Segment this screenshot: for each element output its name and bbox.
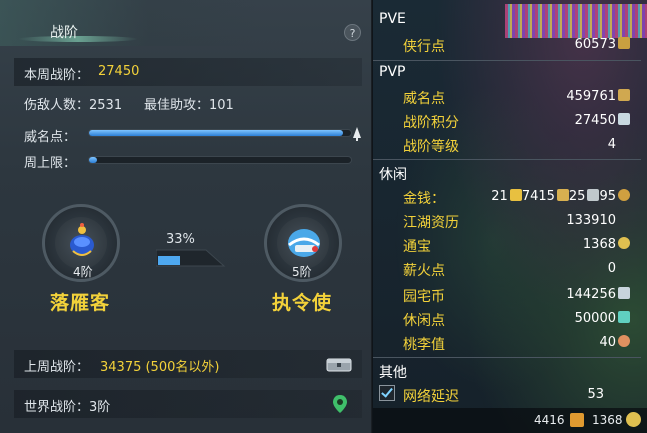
tongbao-icon [626, 412, 641, 427]
chest-icon[interactable] [326, 356, 352, 372]
status-left-value: 4416 [534, 413, 565, 427]
divider [373, 357, 641, 358]
pvp-label-0: 威名点 [403, 91, 445, 107]
leisure-label-4: 休闲点 [403, 313, 445, 329]
scroll-icon [570, 413, 584, 427]
rank-next-name: 执令使 [272, 292, 333, 314]
gold-icon [509, 189, 522, 201]
top-banner-art [505, 4, 647, 38]
cap-marker-icon [353, 127, 361, 141]
weekly-row: 本周战阶： 27450 [14, 58, 362, 86]
status-bar: 4416 1368 [373, 408, 647, 433]
scroll-order-icon [288, 229, 320, 257]
status-right-value: 1368 [592, 413, 623, 427]
prestige-icon [618, 89, 630, 101]
leisure-value-2: 0 [607, 261, 616, 276]
location-pin-icon[interactable] [332, 394, 348, 414]
leisure-label-1: 通宝 [403, 239, 431, 255]
pvp-label-2: 战阶等级 [403, 139, 459, 155]
other-header: 其他 [379, 365, 407, 381]
rank-current-name: 落雁客 [50, 292, 111, 314]
leisure-value-0: 133910 [566, 213, 616, 228]
rank-points-icon [618, 113, 630, 125]
pvp-value-1: 27450 [575, 113, 630, 128]
peach-icon [618, 335, 630, 347]
leisure-value-3: 144256 [566, 287, 630, 302]
weekly-label: 本周战阶： [24, 68, 90, 83]
leisure-value-5: 40 [599, 335, 630, 350]
check-icon [381, 385, 393, 398]
tab-decoration [18, 36, 138, 42]
tongbao-icon [618, 237, 630, 249]
pve-header: PVE [379, 11, 406, 27]
copper-ingot-icon [587, 189, 600, 201]
weekly-value: 27450 [98, 64, 140, 79]
prestige-label: 威名点： [24, 130, 77, 145]
divider [373, 60, 641, 61]
last-week-label: 上周战阶： [24, 360, 90, 375]
rank-current-level: 4阶 [73, 265, 93, 279]
pvp-header: PVP [379, 64, 406, 80]
leisure-label-2: 薪火点 [403, 263, 445, 279]
world-rank-label: 世界战阶：3阶 [24, 400, 111, 415]
currency-panel: PVE 侠行点 60573 PVP 威名点 459761 战阶积分 27450 … [373, 0, 647, 433]
prestige-bar [88, 129, 352, 137]
pve-label-0: 侠行点 [403, 39, 445, 55]
money-value: 21 7415 25 95 [491, 189, 630, 204]
leisure-header: 休闲 [379, 167, 407, 183]
leisure-value-1: 1368 [583, 237, 630, 252]
tab-title[interactable]: 战阶 [50, 22, 78, 42]
silver-ingot-icon [556, 189, 569, 201]
latency-checkbox[interactable] [379, 385, 395, 401]
weekly-cap-label: 周上限： [24, 156, 77, 171]
help-icon[interactable]: ? [344, 24, 361, 41]
prestige-bar-fill [89, 130, 344, 136]
pvp-value-0: 459761 [566, 89, 630, 104]
coin-icon [618, 189, 630, 201]
assists-count: 最佳助攻：101 [144, 98, 234, 113]
panel-header: 战阶 ? [0, 0, 372, 46]
latency-label: 网络延迟 [403, 389, 459, 405]
sword-icon [618, 37, 630, 49]
money-label: 金钱： [403, 191, 445, 207]
last-week-row: 上周战阶： 34375 (500名以外) [14, 350, 362, 378]
weekly-cap-bar [88, 156, 352, 164]
rank-next-level: 5阶 [292, 265, 312, 279]
rank-panel: 战阶 ? 本周战阶： 27450 伤敌人数：2531 最佳助攻：101 威名点：… [0, 0, 372, 433]
last-week-value: 34375 (500名以外) [100, 360, 220, 375]
leisure-value-4: 50000 [575, 311, 630, 326]
pvp-label-1: 战阶积分 [403, 115, 459, 131]
latency-value: 53 [587, 387, 604, 402]
rank-progress-arrow [156, 249, 226, 267]
rank-progress-percent: 33% [166, 232, 195, 247]
house-coin-icon [618, 287, 630, 299]
leisure-label-5: 桃李值 [403, 337, 445, 353]
leisure-label-0: 江湖资历 [403, 215, 459, 231]
lantern-icon [70, 223, 94, 256]
leaf-icon [618, 311, 630, 323]
world-rank-row: 世界战阶：3阶 [14, 390, 362, 418]
pvp-value-2: 4 [607, 137, 616, 152]
pve-value-0: 60573 [575, 37, 630, 52]
kills-count: 伤敌人数：2531 [24, 98, 123, 113]
divider [373, 159, 641, 160]
weekly-cap-bar-fill [89, 157, 97, 163]
leisure-label-3: 园宅币 [403, 289, 445, 305]
